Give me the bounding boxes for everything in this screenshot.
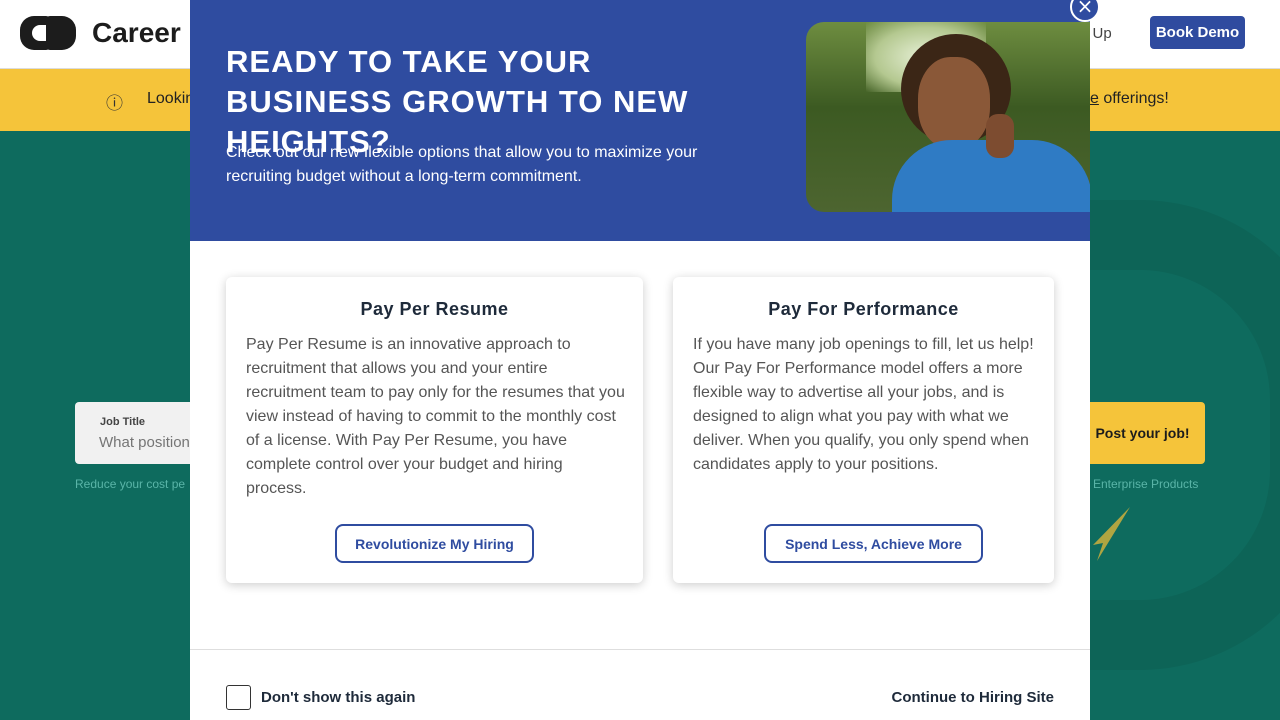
pay-per-resume-card: Pay Per Resume Pay Per Resume is an inno… [226,277,643,583]
card-title: Pay Per Resume [360,299,509,319]
continue-to-hiring-site-link[interactable]: Continue to Hiring Site [892,689,1055,706]
info-icon: ⓘ [106,94,123,113]
search-hint: Reduce your cost pe [75,477,186,491]
logo-mark-icon [20,16,76,50]
notice-text: Lookin [147,90,195,107]
notice-tail: e offerings! [1090,90,1169,108]
pay-for-performance-card: Pay For Performance If you have many job… [673,277,1054,583]
modal-hero: READY TO TAKE YOUR BUSINESS GROWTH TO NE… [190,0,1090,241]
book-demo-button[interactable]: Book Demo [1150,16,1245,49]
spend-less-achieve-more-button[interactable]: Spend Less, Achieve More [764,524,983,563]
revolutionize-my-hiring-button[interactable]: Revolutionize My Hiring [335,524,534,563]
logo-text: Career [92,17,181,48]
careerbuilder-logo[interactable]: Career [20,16,181,50]
dont-show-label: Don't show this again [261,689,416,706]
card-title: Pay For Performance [768,299,959,319]
modal-subtitle: Check out our new flexible options that … [226,144,698,185]
enterprise-products-link[interactable]: Enterprise Products [1093,477,1198,491]
card-body: Pay Per Resume is an innovative approach… [246,336,625,497]
hero-photo [806,22,1090,212]
notice-tail-text: offerings! [1098,90,1169,107]
card-body: If you have many job openings to fill, l… [693,336,1034,473]
dont-show-checkbox[interactable] [226,685,251,710]
paper-plane-icon [1093,507,1130,561]
job-title-label: Job Title [100,416,146,428]
modal-divider [190,649,1090,650]
notice-link[interactable]: e [1090,90,1099,107]
dont-show-again-option[interactable]: Don't show this again [226,685,415,710]
promo-modal: READY TO TAKE YOUR BUSINESS GROWTH TO NE… [190,0,1090,720]
